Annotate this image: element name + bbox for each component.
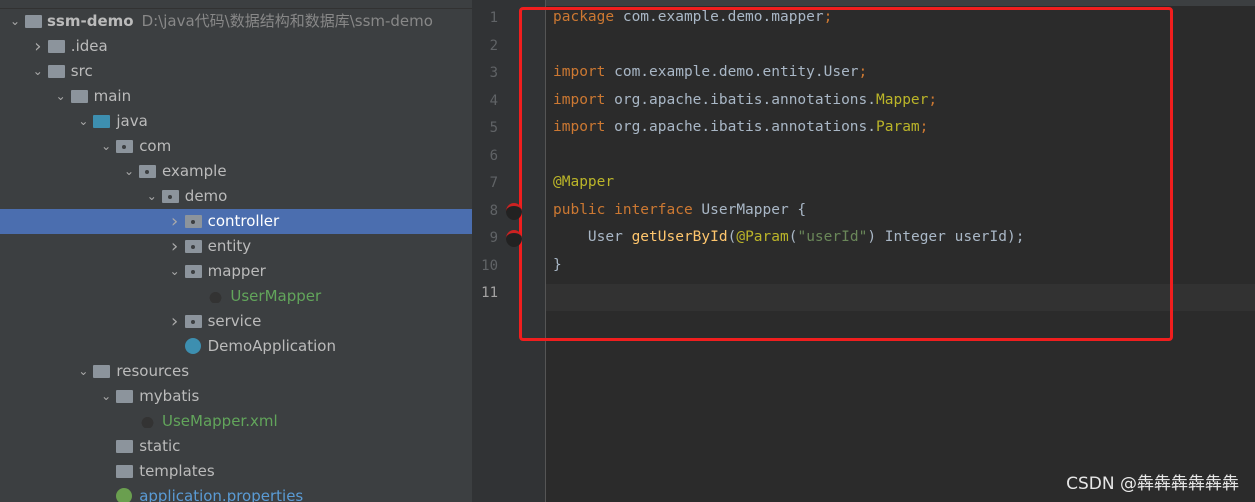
tree-item-label: UseMapper.xml: [162, 412, 278, 430]
tree-item-label: .idea: [70, 37, 108, 55]
tree-item-mybatis[interactable]: ⌄ mybatis: [0, 384, 472, 409]
tree-item-label: service: [207, 312, 262, 330]
folder-icon: [116, 390, 134, 403]
resources-folder-icon: [93, 365, 111, 378]
package-icon: [184, 265, 202, 278]
tree-item--idea[interactable]: › .idea: [0, 34, 472, 59]
tree-item-templates[interactable]: templates: [0, 459, 472, 484]
tree-item-usemapper-xml[interactable]: UseMapper.xml: [0, 409, 472, 434]
line-number: 7: [489, 175, 498, 191]
tree-item-demoapplication[interactable]: DemoApplication: [0, 334, 472, 359]
mybatis-navigate-icon[interactable]: [506, 230, 522, 247]
tree-item-resources[interactable]: ⌄ resources: [0, 359, 472, 384]
tree-item-label: controller: [207, 212, 280, 230]
tree-item-java[interactable]: ⌄ java: [0, 109, 472, 134]
tree-item-label: static: [139, 437, 181, 455]
spring-class-icon: [184, 338, 201, 354]
line-number: 9: [489, 230, 498, 246]
line-number: 1: [489, 10, 498, 26]
folder-icon: [116, 440, 134, 453]
line-number: 6: [489, 147, 498, 164]
package-icon: [184, 315, 202, 328]
tree-root[interactable]: ⌄ ssm-demo D:\java代码\数据结构和数据库\ssm-demo: [0, 9, 472, 34]
tree-item-service[interactable]: › service: [0, 309, 472, 334]
tree-item-label: templates: [139, 462, 215, 480]
tree-item-application-properties[interactable]: application.properties: [0, 484, 472, 502]
watermark: CSDN @犇犇犇犇犇犇: [1066, 474, 1239, 494]
mybatis-xml-icon: [139, 415, 156, 428]
tree-item-src[interactable]: ⌄ src: [0, 59, 472, 84]
line-number: 4: [489, 92, 498, 109]
tree-item-label: mapper: [207, 262, 266, 280]
tree-item-demo[interactable]: ⌄ demo: [0, 184, 472, 209]
chevron-down-icon[interactable]: ⌄: [145, 184, 159, 209]
package-icon: [139, 165, 156, 178]
tree-item-entity[interactable]: › entity: [0, 234, 472, 259]
tree-item-mapper[interactable]: ⌄ mapper: [0, 259, 472, 284]
tree-item-usermapper[interactable]: UserMapper: [0, 284, 472, 309]
mybatis-navigate-icon[interactable]: [506, 202, 522, 220]
chevron-down-icon[interactable]: ⌄: [168, 259, 182, 284]
folder-icon: [70, 90, 88, 103]
chevron-right-icon[interactable]: ›: [168, 209, 182, 234]
chevron-down-icon[interactable]: ⌄: [31, 59, 45, 84]
tree-item-label: com: [139, 137, 172, 155]
tree-item-static[interactable]: static: [0, 434, 472, 459]
chevron-down-icon[interactable]: ⌄: [76, 359, 90, 384]
tree-item-label: src: [70, 62, 93, 80]
chevron-right-icon[interactable]: ›: [168, 309, 182, 334]
project-toolbar: [0, 0, 472, 9]
tree-item-label: DemoApplication: [207, 337, 336, 355]
project-name: ssm-demo: [47, 12, 134, 30]
tree-item-label: example: [162, 162, 227, 180]
tree-item-label: resources: [116, 362, 190, 380]
line-number: 8: [489, 202, 498, 219]
highlight-box: [519, 7, 1173, 341]
chevron-down-icon[interactable]: ⌄: [122, 159, 136, 184]
chevron-right-icon[interactable]: ›: [168, 234, 182, 259]
chevron-down-icon[interactable]: ⌄: [76, 109, 90, 134]
tree-item-controller[interactable]: › controller: [0, 209, 472, 234]
folder-icon: [47, 40, 65, 53]
line-number: 10: [481, 257, 498, 274]
chevron-down-icon[interactable]: ⌄: [99, 134, 113, 159]
line-number: 11: [481, 285, 498, 301]
tree-item-main[interactable]: ⌄ main: [0, 84, 472, 109]
mybatis-mapper-icon: [207, 290, 225, 303]
chevron-down-icon[interactable]: ⌄: [8, 9, 22, 34]
line-number: 3: [489, 65, 498, 81]
spring-properties-icon: [116, 488, 133, 502]
tree-item-label: UserMapper: [230, 287, 322, 305]
package-icon: [184, 215, 202, 228]
project-path: D:\java代码\数据结构和数据库\ssm-demo: [141, 12, 433, 30]
source-folder-icon: [93, 115, 111, 128]
line-number: 2: [489, 37, 498, 54]
folder-icon: [47, 65, 65, 78]
chevron-down-icon[interactable]: ⌄: [99, 384, 113, 409]
package-icon: [184, 240, 202, 253]
folder-icon: [116, 465, 134, 478]
line-number: 5: [489, 120, 498, 136]
tree-item-example[interactable]: ⌄ example: [0, 159, 472, 184]
package-icon: [116, 140, 134, 153]
tree-item-label: java: [116, 112, 148, 130]
tree-item-com[interactable]: ⌄ com: [0, 134, 472, 159]
tree-item-label: main: [93, 87, 132, 105]
chevron-right-icon[interactable]: ›: [31, 34, 45, 59]
module-folder-icon: [25, 15, 42, 28]
editor-tabs: [473, 0, 1255, 6]
tree-item-label: demo: [184, 187, 228, 205]
tree-item-label: entity: [207, 237, 252, 255]
package-icon: [161, 190, 179, 203]
project-tree: ⌄ ssm-demo D:\java代码\数据结构和数据库\ssm-demo ›.…: [0, 0, 472, 502]
tree-item-label: mybatis: [139, 387, 200, 405]
chevron-down-icon[interactable]: ⌄: [54, 84, 68, 109]
tree-item-label: application.properties: [139, 487, 304, 502]
